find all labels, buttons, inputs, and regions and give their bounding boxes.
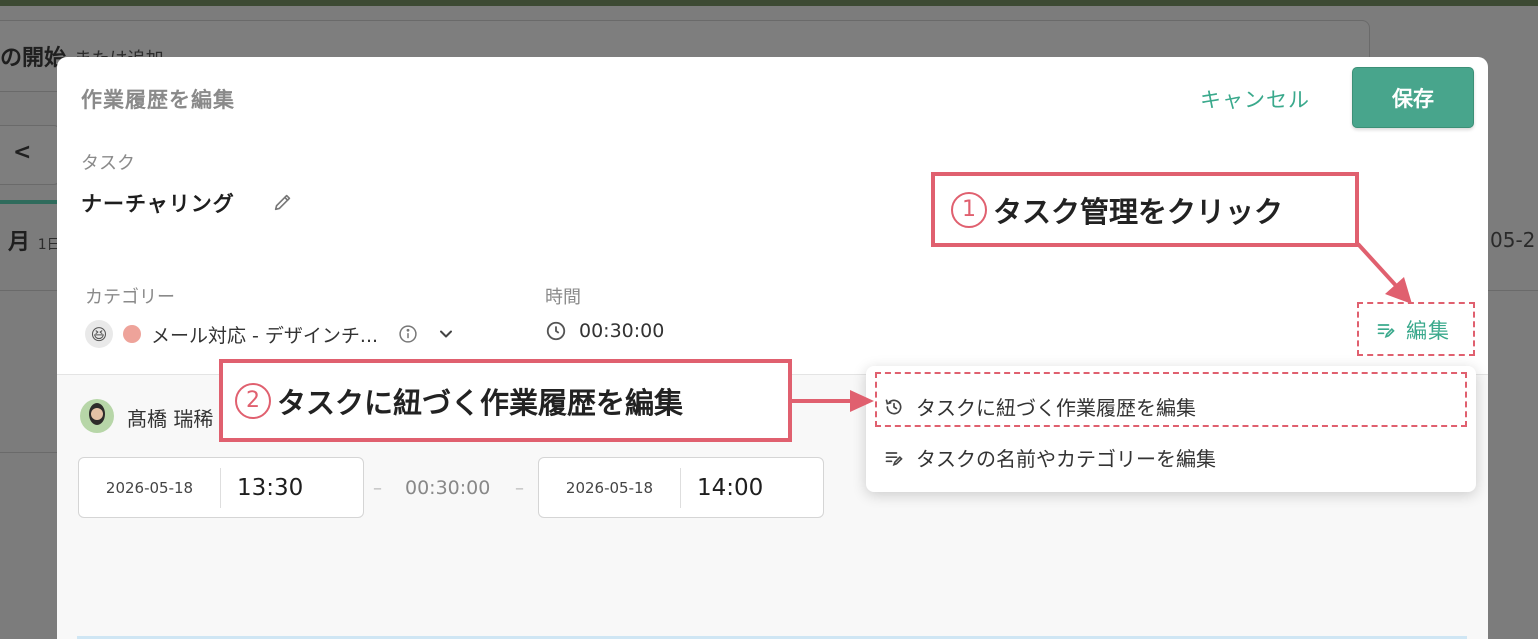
time-value: 00:30:00 (579, 320, 665, 342)
task-name: ナーチャリング (81, 192, 235, 216)
start-datetime-field[interactable]: 2026-05-18 13:30 (78, 457, 364, 518)
edit-history-modal: 作業履歴を編集 キャンセル 保存 タスク ナーチャリング カテゴリー 時間 😆 … (57, 57, 1488, 639)
step-number-badge: 2 (235, 382, 271, 419)
start-date: 2026-05-18 (79, 467, 221, 508)
callout-text: タスク管理をクリック (993, 194, 1284, 229)
callout-step-2: 2 タスクに紐づく作業履歴を編集 (219, 359, 792, 442)
start-time: 13:30 (237, 474, 304, 501)
background-prev-button: < (0, 125, 60, 185)
category-label: カテゴリー (85, 287, 175, 308)
save-button[interactable]: 保存 (1352, 67, 1474, 128)
highlight-menu-item (875, 372, 1467, 427)
category-value: メール対応 - デザインチ... (151, 324, 379, 347)
laughing-face-icon: 😆 (85, 320, 113, 348)
callout-text: タスクに紐づく作業履歴を編集 (277, 385, 684, 420)
menu-item-label: タスクの名前やカテゴリーを編集 (916, 447, 1216, 471)
background-divider (1488, 290, 1538, 291)
end-datetime-field[interactable]: 2026-05-18 14:00 (538, 457, 824, 518)
callout-step-1: 1 タスク管理をクリック (931, 172, 1359, 247)
background-month-label: 月 1日 (8, 230, 61, 255)
step-number-badge: 1 (951, 191, 987, 228)
end-time: 14:00 (697, 474, 764, 501)
modal-title: 作業履歴を編集 (81, 88, 235, 112)
background-divider (0, 452, 60, 453)
menu-item-edit-task-name-category[interactable]: タスクの名前やカテゴリーを編集 (884, 443, 1216, 472)
background-divider (0, 290, 60, 291)
avatar (80, 399, 114, 433)
edit-list-icon (885, 451, 903, 466)
user-name: 髙橋 瑞稀 (127, 407, 214, 431)
task-label: タスク (81, 153, 135, 174)
pencil-icon[interactable] (272, 191, 294, 213)
category-color-dot (123, 325, 141, 343)
time-label: 時間 (545, 287, 581, 308)
cancel-button[interactable]: キャンセル (1200, 84, 1310, 114)
info-icon[interactable] (398, 324, 418, 344)
end-date: 2026-05-18 (539, 467, 681, 508)
background-date-label: 05-2 (1490, 228, 1536, 252)
chevron-down-icon[interactable] (436, 324, 456, 344)
range-separator: – (373, 478, 382, 499)
background-active-rule (0, 200, 60, 204)
duration-value: 00:30:00 (405, 477, 491, 499)
highlight-edit-button (1357, 302, 1475, 356)
category-select[interactable]: 😆 メール対応 - デザインチ... (85, 318, 456, 350)
time-display: 00:30:00 (545, 320, 664, 342)
background-top-bar (0, 0, 1538, 6)
range-separator: – (515, 478, 524, 499)
clock-icon (546, 321, 566, 341)
